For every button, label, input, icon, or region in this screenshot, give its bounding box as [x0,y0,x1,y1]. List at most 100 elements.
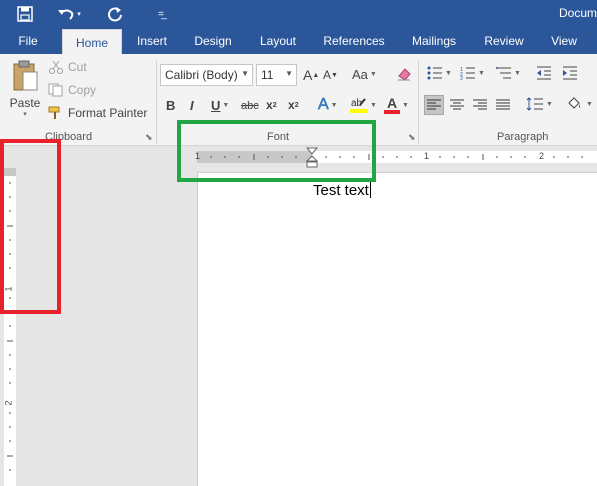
paintbrush-icon [48,106,60,119]
copy-button[interactable]: Copy [48,83,96,97]
italic-button[interactable]: I [190,98,194,113]
increase-indent-icon [563,66,577,80]
subscript-label: x [266,98,273,112]
paste-icon [13,60,38,91]
format-painter-button[interactable]: Format Painter [48,106,147,120]
shrink-font-button[interactable]: A ▼ [323,68,338,82]
change-case-label: Aa [352,67,368,82]
clipboard-launcher-icon[interactable]: ⬊ [145,132,153,143]
chevron-down-icon: ▼ [546,100,553,108]
align-right-icon [473,99,487,110]
tab-references[interactable]: References [318,28,390,54]
chevron-down-icon: ▼ [369,71,377,78]
subscript-2-glyph: 2 [272,101,277,109]
grow-font-button[interactable]: A ▲ [303,67,319,83]
tab-insert[interactable]: Insert [127,28,177,54]
justify-button[interactable] [493,95,513,115]
align-right-button[interactable] [470,95,490,115]
subscript-button[interactable]: x2 [266,98,277,112]
title-bar: ▾ =̲ Docum [0,0,597,28]
chevron-down-icon: ▼ [478,69,485,77]
underline-button[interactable]: U ▼ [211,98,229,113]
font-color-label: A [386,95,398,111]
superscript-button[interactable]: x2 [288,98,299,112]
save-icon[interactable] [14,0,36,28]
decrease-indent-button[interactable] [536,66,552,80]
font-name-combo[interactable]: Calibri (Body) ▼ [160,64,253,86]
text-effects-label: A [318,96,329,114]
decrease-indent-icon [537,66,551,80]
undo-icon[interactable]: ▾ [56,0,82,28]
chevron-down-icon: ▼ [285,69,293,78]
shrink-font-label: A [323,68,332,82]
chevron-down-icon: ▼ [402,101,409,109]
align-center-button[interactable] [447,95,467,115]
group-separator [156,60,157,144]
font-size-combo[interactable]: 11 ▼ [256,64,297,86]
group-separator [418,60,419,144]
text-effects-button[interactable]: A ▼ [318,96,338,114]
numbering-button[interactable]: 123 ▼ [460,66,485,80]
chevron-down-icon: ▼ [370,101,377,109]
highlight-box-red [0,139,61,314]
shading-button[interactable]: ▼ [566,96,593,112]
document-text-content: Test text [313,182,369,199]
multilevel-list-icon [496,67,511,79]
tab-home[interactable]: Home [62,29,122,54]
format-painter-label: Format Painter [68,106,148,120]
bold-button[interactable]: B [166,98,175,113]
chevron-down-icon: ▼ [330,101,338,109]
ruler-number: 2 [3,400,14,406]
paste-label: Paste [9,96,41,110]
tab-review[interactable]: Review [478,28,530,54]
copy-label: Copy [68,83,97,97]
justify-icon [496,99,510,110]
cut-label: Cut [68,60,87,74]
superscript-2-glyph: 2 [294,101,299,109]
customize-qat-icon[interactable]: =̲ [152,0,170,28]
paragraph-group-label: Paragraph [497,131,549,143]
strikethrough-button[interactable]: abc [241,100,259,112]
document-page[interactable]: Test text [197,172,597,486]
underline-label: U [211,98,221,113]
clear-formatting-button[interactable] [396,66,412,82]
svg-text:3: 3 [460,76,463,80]
line-spacing-button[interactable]: ▼ [526,97,553,111]
ruler-number: 2 [539,151,545,161]
multilevel-list-button[interactable]: ▼ [496,66,521,80]
tab-design[interactable]: Design [184,28,242,54]
scissors-icon [49,60,63,74]
font-color-glyph: A [384,96,400,114]
ruler-number: 1 [424,151,430,161]
align-left-button[interactable] [424,95,444,115]
chevron-down-icon: ▼ [445,69,452,77]
chevron-down-icon: ▼ [222,102,230,109]
chevron-down-icon: ▼ [586,100,593,108]
font-launcher-icon[interactable]: ⬊ [408,132,416,143]
chevron-down-icon: ▼ [514,69,521,77]
cut-button[interactable]: Cut [48,60,87,74]
align-center-icon [450,99,464,110]
document-text[interactable]: Test text [313,181,371,199]
shrink-caret-icon: ▼ [331,71,338,79]
change-case-button[interactable]: Aa ▼ [352,67,377,82]
increase-indent-button[interactable] [562,66,578,80]
copy-icon [48,83,63,97]
highlight-color-button[interactable]: ab ▼ [350,96,377,114]
text-cursor [369,181,371,198]
redo-icon[interactable] [104,0,126,28]
font-size-value: 11 [261,68,274,82]
bullets-icon [427,66,442,80]
font-color-button[interactable]: A ▼ [384,96,409,114]
paste-button[interactable]: Paste ▾ [8,60,42,120]
bullets-button[interactable]: ▼ [427,66,452,80]
tab-view[interactable]: View [544,28,584,54]
tab-mailings[interactable]: Mailings [402,28,466,54]
chevron-down-icon: ▼ [241,69,249,78]
line-spacing-icon [526,97,543,111]
font-color-bar [384,110,400,114]
align-left-icon [427,99,441,110]
grow-font-label: A [303,67,313,83]
tab-layout[interactable]: Layout [250,28,306,54]
tab-file[interactable]: File [8,28,48,54]
